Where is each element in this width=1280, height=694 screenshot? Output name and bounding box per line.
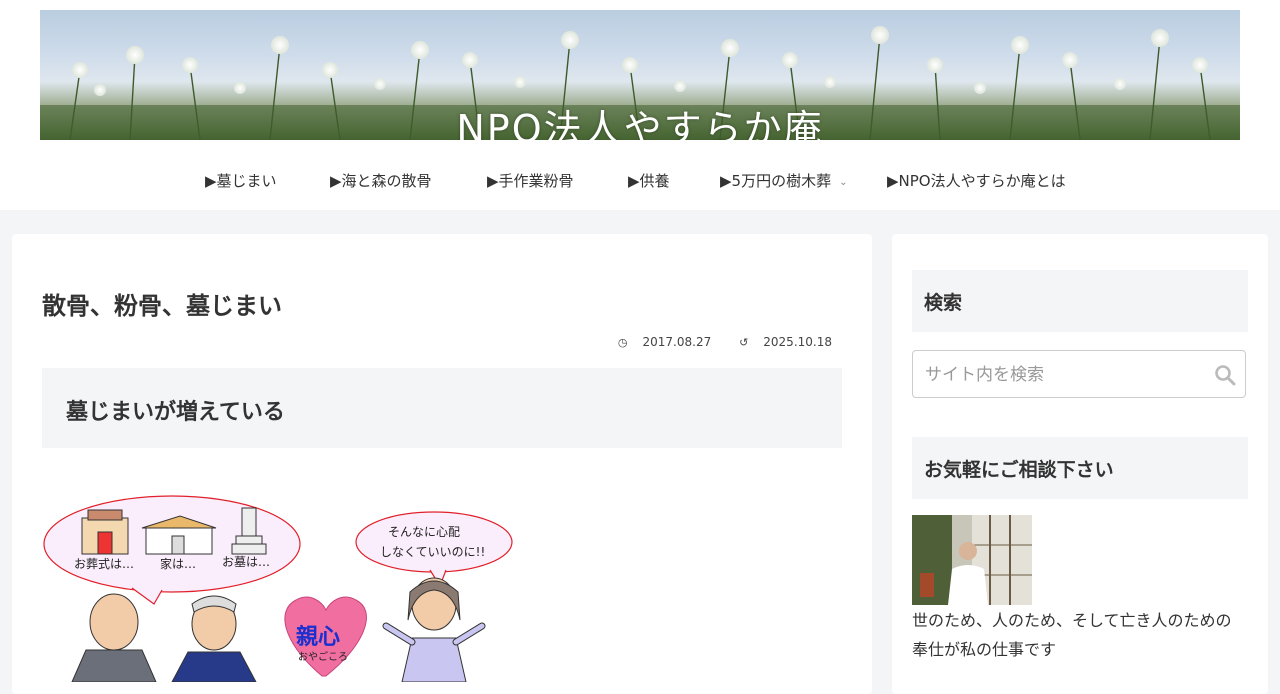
search-widget-title: 検索 (912, 270, 1248, 332)
global-nav: ▶墓じまい ▶海と森の散骨 ▶手作業粉骨 ▶供養 ▶5万円の樹木葬 ⌄ ▶NPO法… (0, 150, 1280, 210)
speech-bubble (355, 511, 513, 573)
nav-item-jumokusou-label: ▶5万円の樹木葬 (720, 172, 832, 190)
search-input[interactable] (923, 361, 1207, 389)
clock-icon: ◷ (617, 336, 628, 349)
search-widget-title-text: 検索 (924, 292, 963, 314)
published-date-text: 2017.08.27 (642, 335, 712, 349)
nav-item-kuyou[interactable]: ▶供養 (628, 170, 670, 191)
funeral-hall-icon (81, 509, 129, 555)
nav-item-funkotsu[interactable]: ▶手作業粉骨 (487, 170, 574, 191)
bubble-text-house: 家は… (160, 556, 196, 571)
article-card: 散骨、粉骨、墓じまい ◷ 2017.08.27 ↺ 2025.10.18 墓じまいが… (12, 234, 872, 694)
search-form (912, 350, 1246, 398)
nav-item-hakajimai[interactable]: ▶墓じまい (205, 170, 277, 191)
header-banner[interactable]: NPO法人やすらか庵 (40, 10, 1240, 140)
site-header: NPO法人やすらか庵 ▶墓じまい ▶海と森の散骨 ▶手作業粉骨 ▶供養 ▶5万円… (0, 0, 1280, 210)
nav-item-sankotsu[interactable]: ▶海と森の散骨 (330, 170, 432, 191)
reply-text-line2: しなくていいのに!! (380, 545, 485, 559)
contact-widget-title-text: お気軽にご相談下さい (924, 459, 1114, 481)
updated-date-text: 2025.10.18 (763, 335, 832, 349)
bubble-text-grave: お墓は… (222, 555, 270, 569)
site-title[interactable]: NPO法人やすらか庵 (40, 98, 1240, 140)
heart-text: 親心 (296, 625, 340, 650)
heart-reading: おやごころ (298, 650, 348, 663)
elderly-man-figure (71, 593, 157, 682)
nav-item-about[interactable]: ▶NPO法人やすらか庵とは (887, 170, 1066, 191)
younger-woman-figure (382, 577, 486, 682)
published-date: ◷ 2017.08.27 (606, 335, 711, 349)
page-title: 散骨、粉骨、墓じまい (42, 292, 282, 320)
heart-icon: 親心 おやごころ (284, 596, 367, 677)
sidebar: 検索 お気軽にご相談下さい 世のため、人のため、そして亡き人のための 奉仕が私の… (892, 234, 1268, 694)
bubble-text-funeral: お葬式は… (74, 557, 134, 571)
updated-date: ↺ 2025.10.18 (727, 335, 832, 349)
profile-text: 世のため、人のため、そして亡き人のための 奉仕が私の仕事です (912, 611, 1232, 659)
history-icon: ↺ (739, 336, 749, 349)
post-dates: ◷ 2017.08.27 ↺ 2025.10.18 (594, 335, 832, 349)
section-heading-box: 墓じまいが増えている (42, 368, 842, 448)
section-heading: 墓じまいが増えている (66, 400, 285, 425)
search-icon[interactable] (1213, 363, 1237, 387)
parents-worry-illustration: お葬式は… 家は… お墓は… そんなに心配 しなくていいのに!! 親心 おやごこ… (43, 495, 513, 682)
reply-text-line1: そんなに心配 (388, 525, 460, 539)
elderly-woman-figure (171, 595, 257, 682)
nav-item-jumokusou[interactable]: ▶5万円の樹木葬 ⌄ (720, 170, 847, 191)
contact-widget-title: お気軽にご相談下さい (912, 437, 1248, 499)
chevron-down-icon: ⌄ (839, 177, 848, 188)
profile-photo (912, 515, 1032, 605)
